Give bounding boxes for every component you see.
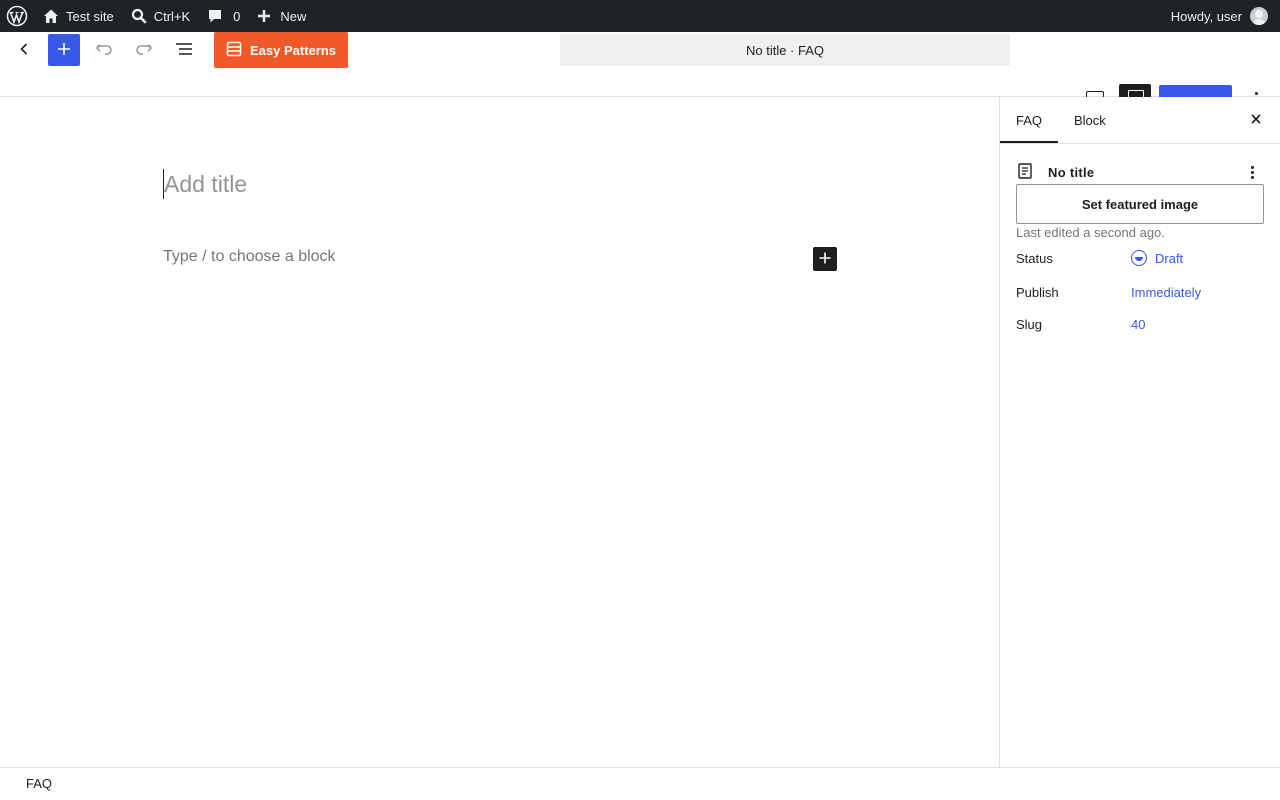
document-title: No title · FAQ: [745, 42, 825, 58]
document-icon: [1016, 162, 1034, 183]
post-title-input[interactable]: Add title: [163, 169, 247, 199]
slug-label: Slug: [1016, 316, 1043, 332]
publish-button[interactable]: [1159, 85, 1232, 97]
active-tab-indicator: [1000, 141, 1058, 143]
wordpress-logo-icon[interactable]: [0, 0, 34, 32]
document-title-bar[interactable]: No title · FAQ: [560, 34, 1010, 66]
patterns-icon: [226, 41, 250, 60]
close-icon: [1249, 112, 1263, 129]
publish-label: Publish: [1016, 284, 1059, 300]
redo-button[interactable]: [130, 34, 158, 66]
editor-footer: FAQ: [0, 767, 1280, 800]
comment-bubble-icon: [206, 7, 224, 25]
plus-icon: [818, 251, 832, 268]
easy-patterns-label: Easy Patterns: [250, 42, 336, 58]
editor-header: Easy Patterns No title · FAQ S: [0, 32, 1280, 109]
post-actions-button[interactable]: [1244, 162, 1260, 182]
list-view-icon: [174, 39, 194, 62]
comments-count: 0: [233, 8, 241, 24]
avatar: [1250, 7, 1268, 25]
more-vertical-icon: [1250, 165, 1254, 169]
site-name: Test site: [66, 8, 114, 24]
post-summary-header: No title: [1016, 161, 1265, 183]
site-name-link[interactable]: Test site: [34, 0, 122, 32]
plus-icon: [256, 8, 272, 24]
home-icon: [42, 7, 60, 25]
settings-toggle-button[interactable]: [1119, 84, 1151, 98]
last-edited-text: Last edited a second ago.: [1016, 225, 1165, 240]
status-value: Draft: [1155, 250, 1184, 266]
my-account-link[interactable]: Howdy, user: [1171, 0, 1280, 32]
plus-icon: [56, 41, 72, 60]
command-palette-link[interactable]: Ctrl+K: [122, 0, 198, 32]
block-inserter-button[interactable]: [48, 34, 80, 66]
status-row: Status Draft: [1016, 247, 1265, 269]
slug-row: Slug 40: [1016, 313, 1265, 335]
set-featured-image-button[interactable]: Set featured image: [1016, 184, 1264, 224]
status-label: Status: [1016, 250, 1053, 266]
publish-row: Publish Immediately: [1016, 281, 1265, 303]
options-more-icon[interactable]: [1255, 92, 1258, 95]
easy-patterns-button[interactable]: Easy Patterns: [214, 32, 348, 68]
search-icon: [130, 7, 148, 25]
chevron-left-icon: [16, 41, 32, 60]
draft-status-icon: [1131, 250, 1147, 266]
editor-canvas: Add title Type / to choose a block: [0, 97, 999, 767]
comments-link[interactable]: 0: [198, 0, 248, 32]
tab-faq[interactable]: FAQ: [1016, 97, 1042, 144]
undo-icon: [94, 39, 114, 62]
add-block-button[interactable]: [813, 247, 837, 271]
document-overview-button[interactable]: [170, 34, 198, 66]
publish-value[interactable]: Immediately: [1131, 285, 1201, 300]
search-shortcut: Ctrl+K: [153, 8, 191, 24]
settings-sidebar: FAQ Block No title Set featured image La…: [999, 97, 1280, 767]
breadcrumb[interactable]: FAQ: [26, 776, 52, 791]
tab-block[interactable]: Block: [1074, 97, 1106, 144]
howdy-greeting: Howdy, user: [1170, 8, 1242, 24]
new-label: New: [280, 8, 307, 24]
slug-value[interactable]: 40: [1131, 317, 1145, 332]
sidebar-tabs: FAQ Block: [1000, 97, 1280, 144]
status-value-button[interactable]: Draft: [1131, 250, 1183, 266]
back-button[interactable]: [12, 34, 36, 66]
post-title: No title: [1048, 164, 1095, 180]
close-sidebar-button[interactable]: [1248, 112, 1264, 128]
new-content-link[interactable]: New: [248, 0, 314, 32]
redo-icon: [134, 39, 154, 62]
admin-bar: Test site Ctrl+K 0 New Howdy, user: [0, 0, 1280, 32]
block-placeholder[interactable]: Type / to choose a block: [163, 248, 336, 266]
undo-button[interactable]: [90, 34, 118, 66]
